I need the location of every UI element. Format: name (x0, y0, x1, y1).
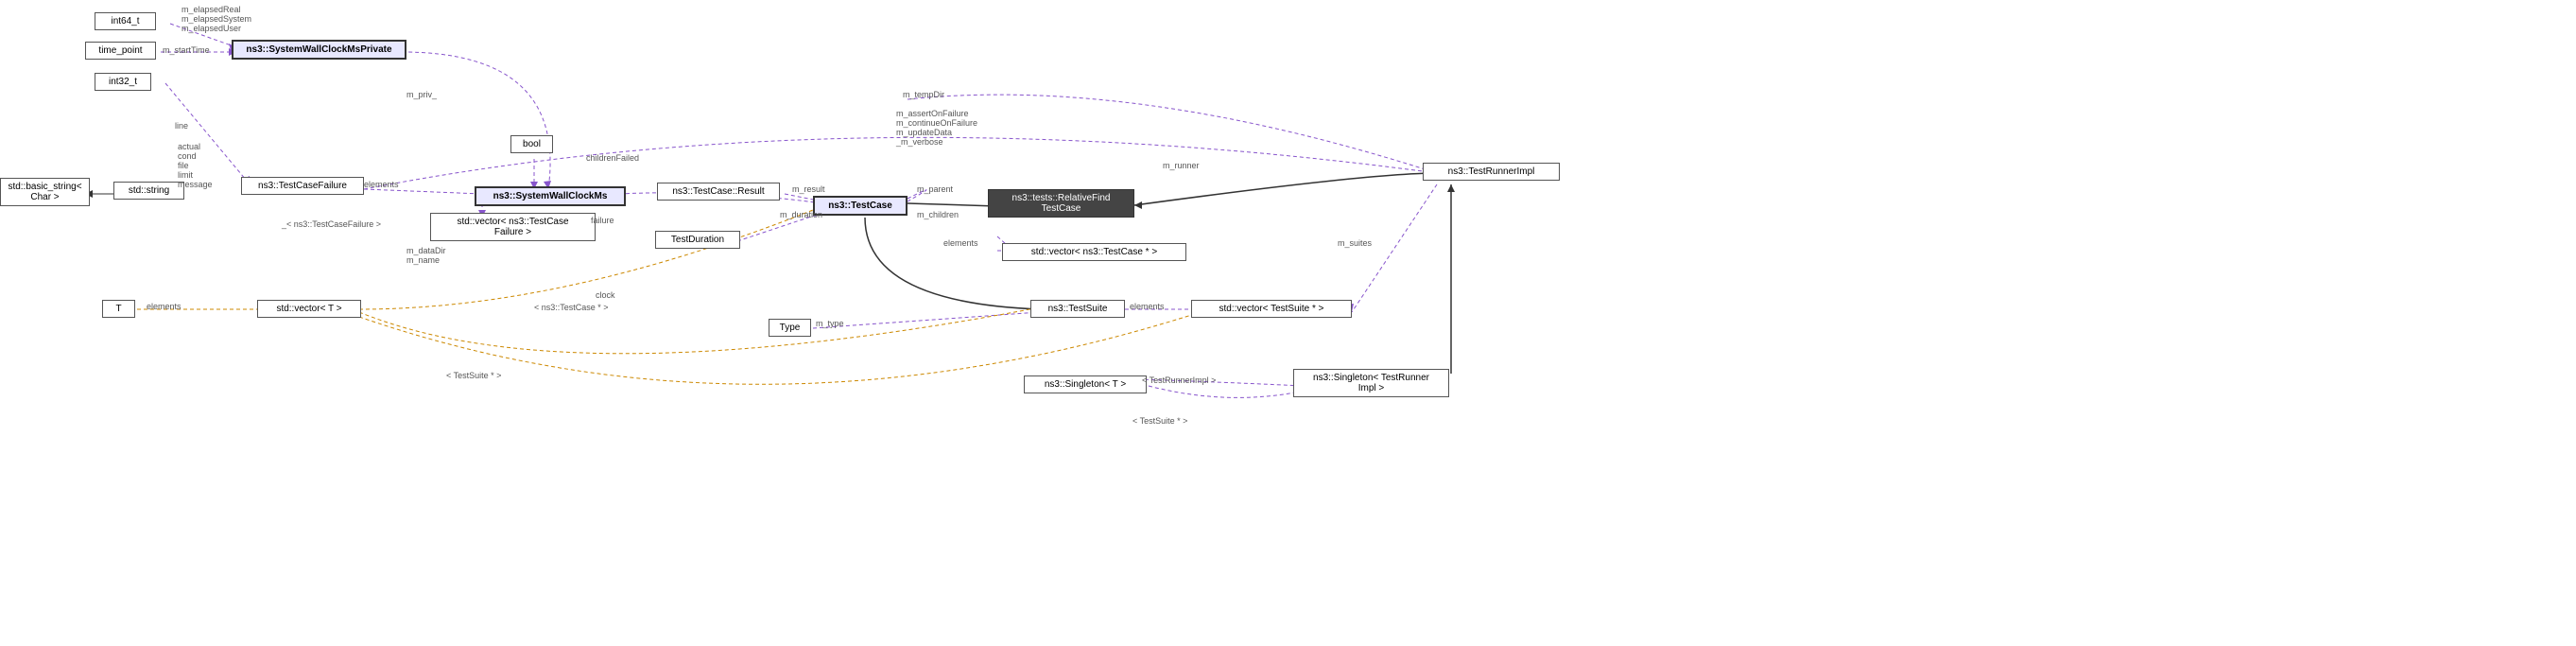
label-testrunnerimpl-ptr: < TestRunnerImpl > (1142, 375, 1216, 385)
node-std-vector-testcasefailure: std::vector< ns3::TestCaseFailure > (430, 213, 596, 241)
node-testsuite: ns3::TestSuite (1030, 300, 1125, 318)
label-testsuite-ptr: < TestSuite * > (446, 371, 501, 380)
node-int64-t: int64_t (95, 12, 156, 30)
node-systemwallclockms: ns3::SystemWallClockMs (475, 186, 626, 206)
node-testduration: TestDuration (655, 231, 740, 249)
node-testcase: ns3::TestCase (813, 196, 908, 216)
node-singleton-t: ns3::Singleton< T > (1024, 375, 1147, 393)
label-testcase-ptr: < ns3::TestCase * > (534, 303, 609, 312)
label-elements-1: elements (364, 180, 399, 189)
label-datadir-name: m_dataDirm_name (406, 246, 446, 265)
node-testrunnerimpl: ns3::TestRunnerImpl (1423, 163, 1560, 181)
node-std-vector-t: std::vector< T > (257, 300, 361, 318)
label-msuites: m_suites (1338, 238, 1372, 248)
node-testcasefailure: ns3::TestCaseFailure (241, 177, 364, 195)
label-testsuite-ptr-2: < TestSuite * > (1132, 416, 1187, 426)
node-time-point: time_point (85, 42, 156, 60)
label-elements-2: elements (147, 302, 182, 311)
node-std-string: std::string (113, 182, 184, 200)
label-mresult: m_result (792, 184, 825, 194)
node-bool: bool (510, 135, 553, 153)
node-t: T (102, 300, 135, 318)
label-elapsed: m_elapsedRealm_elapsedSystemm_elapsedUse… (182, 5, 251, 33)
node-systemwallclockmsprivate: ns3::SystemWallClockMsPrivate (232, 40, 406, 60)
node-std-basic-string: std::basic_string<Char > (0, 178, 90, 206)
node-singleton-testrunnerimpl: ns3::Singleton< TestRunnerImpl > (1293, 369, 1449, 397)
node-type: Type (769, 319, 811, 337)
label-mchildren: m_children (917, 210, 959, 219)
arrows-svg (0, 0, 2576, 646)
label-assert-flags: m_assertOnFailurem_continueOnFailurem_up… (896, 109, 977, 147)
node-std-vector-testcase-ptr: std::vector< ns3::TestCase * > (1002, 243, 1186, 261)
label-failure: failure (591, 216, 614, 225)
label-mpriv: m_priv_ (406, 90, 437, 99)
label-mtempdir: m_tempDir (903, 90, 944, 99)
label-mtype: m_type (816, 319, 844, 328)
node-std-vector-testsuite-ptr: std::vector< TestSuite * > (1191, 300, 1352, 318)
label-elements-3: elements (943, 238, 978, 248)
label-childrenfailed: childrenFailed (586, 153, 639, 163)
label-testcasefailure-ptr: _< ns3::TestCaseFailure > (282, 219, 381, 229)
label-mrunner: m_runner (1163, 161, 1200, 170)
node-int32-t: int32_t (95, 73, 151, 91)
label-mparent: m_parent (917, 184, 953, 194)
label-clock: clock (596, 290, 615, 300)
label-mduration: m_duration (780, 210, 822, 219)
label-actual-cond: actualcondfilelimitmessage (178, 142, 213, 189)
label-starttime: m_startTime (163, 45, 210, 55)
diagram-container: int64_t time_point int32_t std::basic_st… (0, 0, 2576, 646)
label-line: line (175, 121, 188, 131)
node-relativefindtestcase: ns3::tests::RelativeFindTestCase (988, 189, 1134, 218)
node-testcaseresult: ns3::TestCase::Result (657, 183, 780, 201)
label-elements-4: elements (1130, 302, 1165, 311)
